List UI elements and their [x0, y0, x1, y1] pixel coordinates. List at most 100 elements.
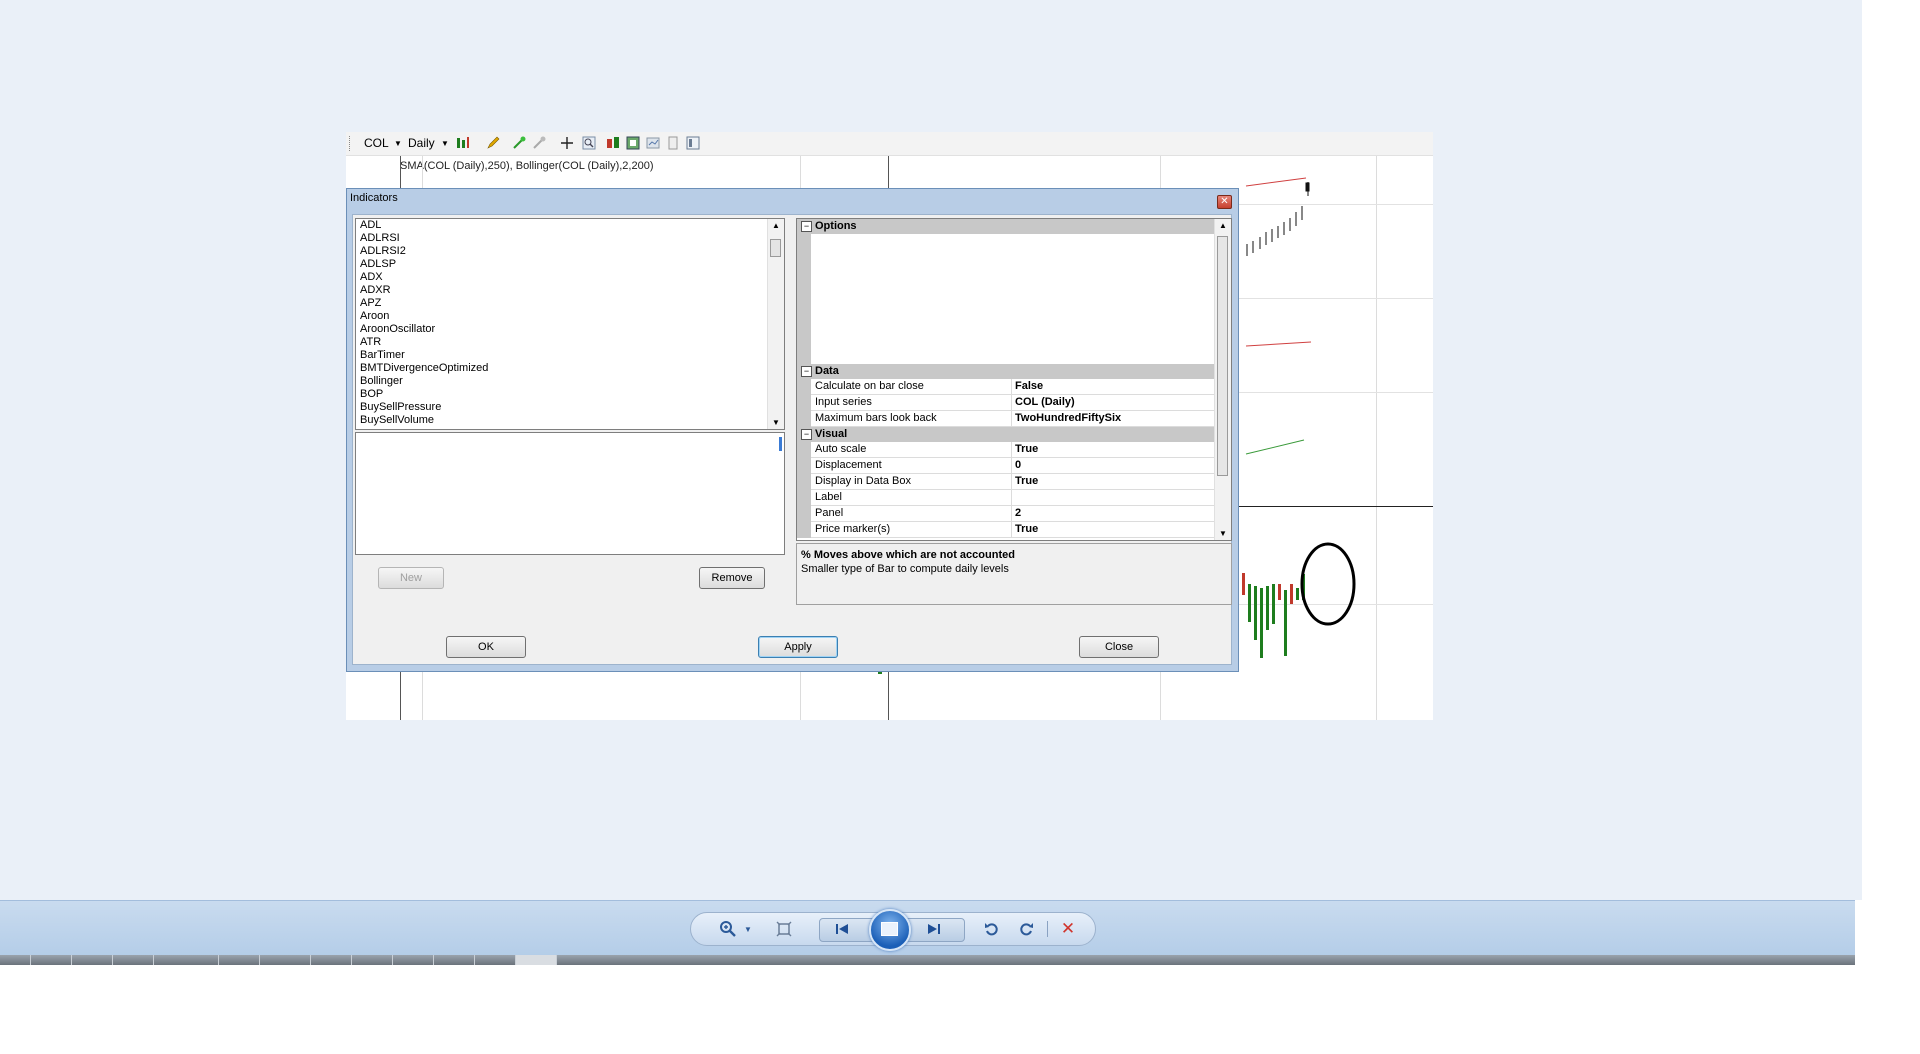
- separator: [1047, 921, 1048, 937]
- data-box-icon[interactable]: [666, 136, 680, 150]
- indicators-icon[interactable]: [606, 136, 620, 150]
- prop-row-calculate-on-bar-close[interactable]: Calculate on bar close False: [797, 379, 1215, 395]
- taskbar-item[interactable]: [393, 955, 434, 965]
- taskbar-item[interactable]: [31, 955, 72, 965]
- taskbar-item[interactable]: [434, 955, 475, 965]
- chevron-down-icon[interactable]: ▼: [441, 139, 449, 148]
- rotate-cw-icon[interactable]: [1015, 918, 1037, 940]
- list-item[interactable]: ADLRSI: [360, 232, 400, 245]
- indicator-list[interactable]: ADL ADLRSI ADLRSI2 ADLSP ADX ADXR APZ Ar…: [355, 218, 785, 430]
- category-options[interactable]: − Options: [797, 219, 1215, 234]
- new-button[interactable]: New: [378, 567, 444, 589]
- dialog-title: Indicators: [350, 192, 398, 204]
- description-text: Smaller type of Bar to compute daily lev…: [801, 563, 1009, 575]
- dialog-body: ADL ADLRSI ADLRSI2 ADLSP ADX ADXR APZ Ar…: [352, 214, 1232, 665]
- taskbar-item[interactable]: [219, 955, 260, 965]
- list-item[interactable]: ADL: [360, 219, 381, 232]
- close-icon[interactable]: ✕: [1217, 195, 1232, 209]
- chart-toolbar: COL ▼ Daily ▼: [346, 132, 1433, 156]
- list-item[interactable]: BarTimer: [360, 349, 405, 362]
- ok-button[interactable]: OK: [446, 636, 526, 658]
- list-item[interactable]: BOP: [360, 388, 383, 401]
- applied-indicators-list[interactable]: [355, 432, 785, 555]
- list-item[interactable]: ATR: [360, 336, 381, 349]
- list-item[interactable]: AroonOscillator: [360, 323, 435, 336]
- bar-type-icon[interactable]: [456, 136, 470, 150]
- toolbar-grip: [349, 136, 352, 151]
- property-description: % Moves above which are not accounted Sm…: [796, 543, 1232, 605]
- pencil-icon[interactable]: [486, 136, 500, 150]
- upper-band-line: [1245, 177, 1307, 187]
- list-item[interactable]: ADXR: [360, 284, 391, 297]
- remove-button[interactable]: Remove: [699, 567, 765, 589]
- taskbar-item[interactable]: [260, 955, 311, 965]
- close-button[interactable]: Close: [1079, 636, 1159, 658]
- magnifier-icon[interactable]: [582, 136, 596, 150]
- price-candles: [1246, 182, 1310, 256]
- next-icon[interactable]: [923, 918, 945, 940]
- property-grid[interactable]: − Options − Data Calculate on bar close …: [796, 218, 1232, 541]
- list-item[interactable]: ADLRSI2: [360, 245, 406, 258]
- rotate-ccw-icon[interactable]: [981, 918, 1003, 940]
- list-item[interactable]: Bollinger: [360, 375, 403, 388]
- properties-icon[interactable]: [646, 136, 660, 150]
- interval-selector[interactable]: Daily: [408, 136, 435, 150]
- scroll-thumb[interactable]: [1217, 236, 1228, 476]
- scroll-up-icon[interactable]: ▲: [772, 221, 780, 230]
- taskbar-item[interactable]: [113, 955, 154, 965]
- scroll-down-icon[interactable]: ▼: [1219, 529, 1227, 538]
- list-item[interactable]: ADLSP: [360, 258, 396, 271]
- category-data[interactable]: − Data: [797, 364, 1215, 379]
- taskbar-item[interactable]: [72, 955, 113, 965]
- slideshow-icon[interactable]: [869, 909, 911, 951]
- fit-window-icon[interactable]: [773, 918, 795, 940]
- scroll-thumb[interactable]: [770, 239, 781, 257]
- crosshair-icon[interactable]: [560, 136, 574, 150]
- collapse-icon[interactable]: −: [801, 366, 812, 377]
- prop-row-panel[interactable]: Panel 2: [797, 506, 1215, 522]
- chevron-down-icon[interactable]: ▼: [737, 918, 759, 940]
- add-draw-icon[interactable]: [512, 136, 526, 150]
- list-marker: [779, 437, 782, 451]
- list-scrollbar[interactable]: ▲ ▼: [767, 219, 784, 429]
- taskbar-item[interactable]: [311, 955, 352, 965]
- prop-row-maximum-bars-look-back[interactable]: Maximum bars look back TwoHundredFiftySi…: [797, 411, 1215, 427]
- taskbar-item[interactable]: [475, 955, 516, 965]
- prop-row-display-in-data-box[interactable]: Display in Data Box True: [797, 474, 1215, 490]
- grid-scrollbar[interactable]: ▲ ▼: [1214, 219, 1231, 540]
- list-item[interactable]: BuySellPressure: [360, 401, 441, 414]
- collapse-icon[interactable]: −: [801, 429, 812, 440]
- taskbar-item[interactable]: [352, 955, 393, 965]
- apply-button[interactable]: Apply: [758, 636, 838, 658]
- taskbar-item[interactable]: [154, 955, 219, 965]
- strategies-icon[interactable]: [626, 136, 640, 150]
- chevron-down-icon[interactable]: ▼: [394, 139, 402, 148]
- collapse-icon[interactable]: −: [801, 221, 812, 232]
- instrument-selector[interactable]: COL: [364, 136, 389, 150]
- prop-row-label[interactable]: Label: [797, 490, 1215, 506]
- list-item[interactable]: ADX: [360, 271, 383, 284]
- scroll-down-icon[interactable]: ▼: [772, 418, 780, 427]
- prop-row-auto-scale[interactable]: Auto scale True: [797, 442, 1215, 458]
- viewer-controls: ▼ ✕: [690, 909, 1096, 951]
- magnifier-icon[interactable]: [717, 918, 739, 940]
- taskbar-strip: [0, 955, 1855, 965]
- list-item[interactable]: BuySellVolume: [360, 414, 434, 427]
- category-visual[interactable]: − Visual: [797, 427, 1215, 442]
- scroll-up-icon[interactable]: ▲: [1219, 221, 1227, 230]
- list-item[interactable]: APZ: [360, 297, 381, 310]
- description-title: % Moves above which are not accounted: [801, 549, 1015, 561]
- prop-row-input-series[interactable]: Input series COL (Daily): [797, 395, 1215, 411]
- prop-row-displacement[interactable]: Displacement 0: [797, 458, 1215, 474]
- taskbar-item[interactable]: [516, 955, 557, 965]
- delete-icon[interactable]: ✕: [1057, 918, 1079, 940]
- chart-trader-icon[interactable]: [686, 136, 700, 150]
- list-item[interactable]: Aroon: [360, 310, 389, 323]
- gutter: [797, 234, 811, 364]
- remove-draw-icon[interactable]: [532, 136, 546, 150]
- list-item[interactable]: BMTDivergenceOptimized: [360, 362, 488, 375]
- prop-row-price-markers[interactable]: Price marker(s) True: [797, 522, 1215, 538]
- previous-icon[interactable]: [831, 918, 853, 940]
- taskbar-item[interactable]: [0, 955, 31, 965]
- indicators-dialog: Indicators ✕ ADL ADLRSI ADLRSI2 ADLSP AD…: [346, 188, 1239, 672]
